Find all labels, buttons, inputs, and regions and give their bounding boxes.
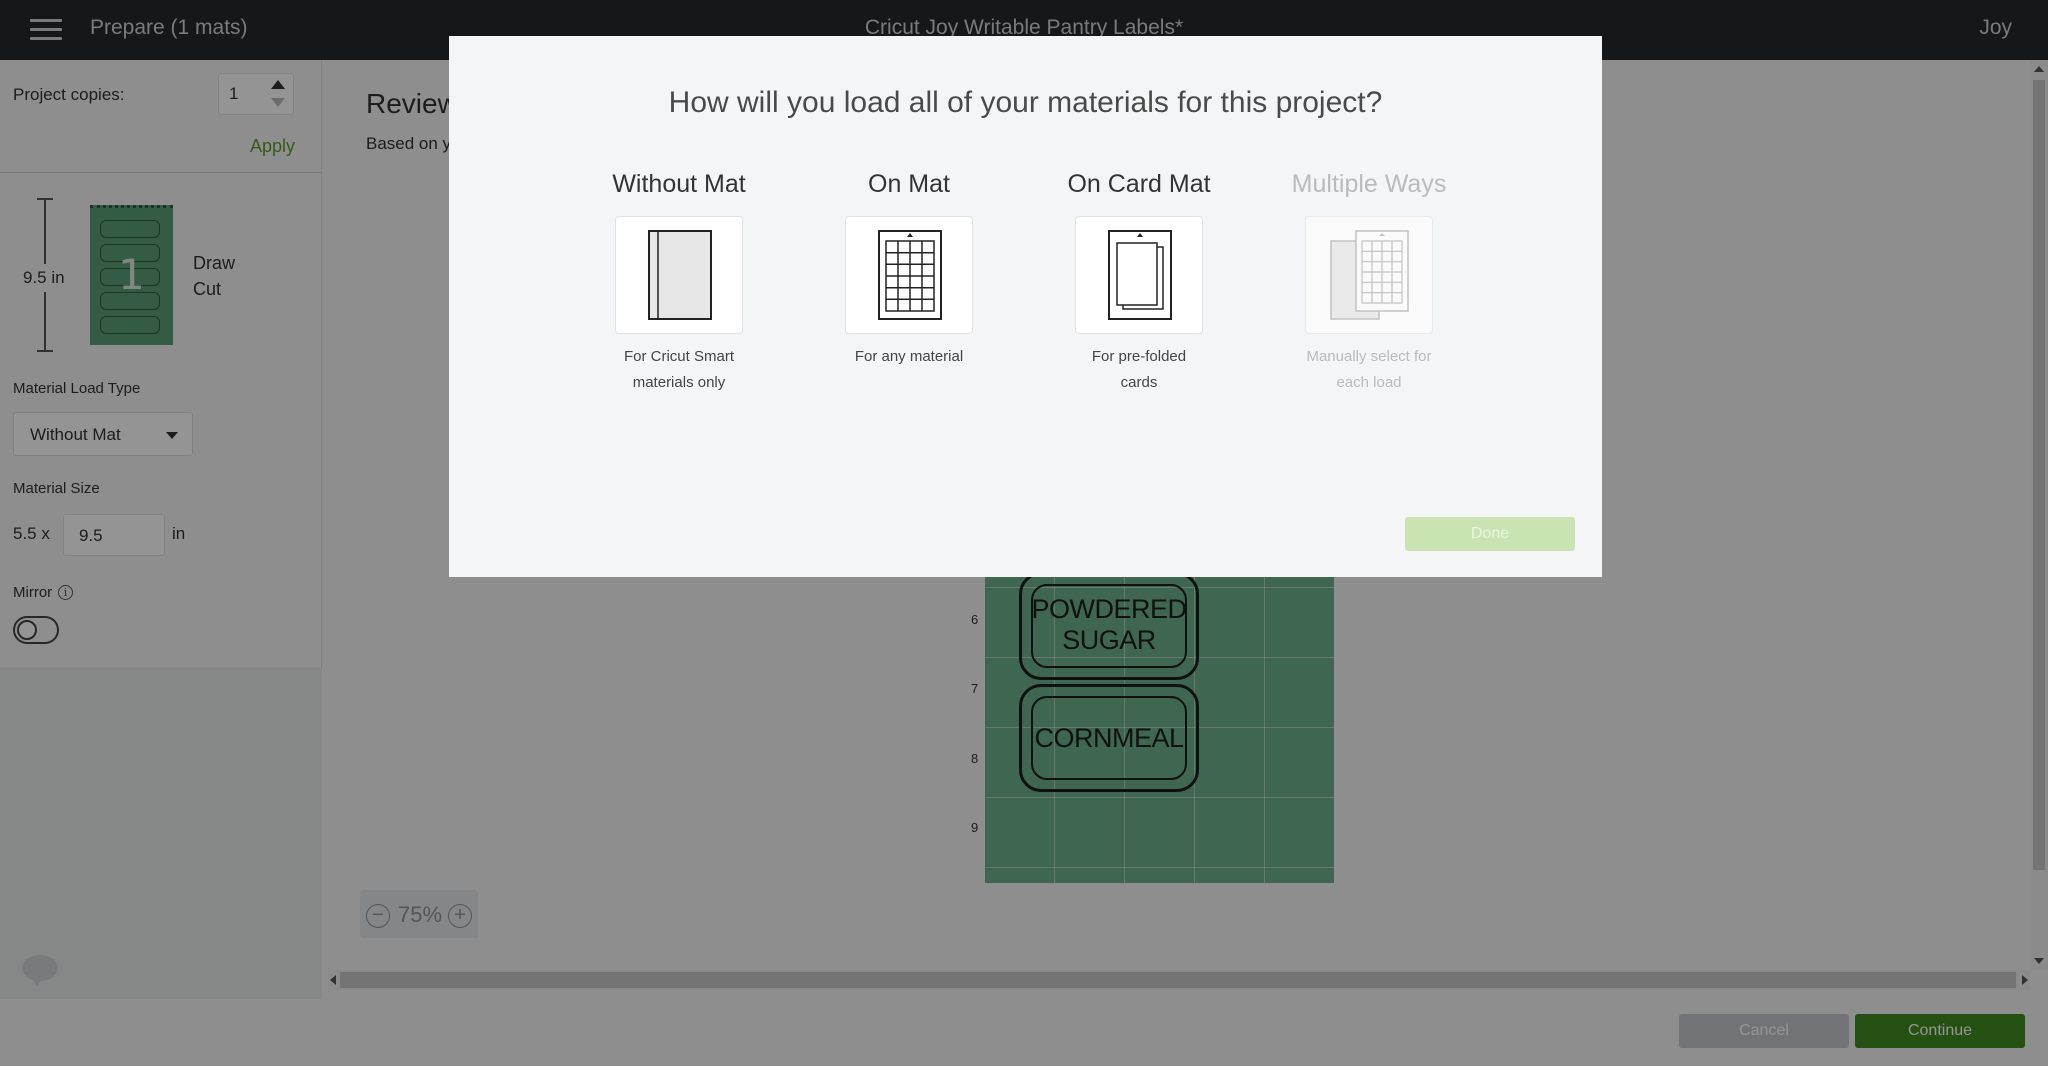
- load-materials-dialog: How will you load all of your materials …: [449, 36, 1602, 577]
- option-description-line: For pre-folded: [1091, 348, 1187, 365]
- option-description-line: each load: [1336, 374, 1402, 391]
- option-description: Manually select for each load: [1274, 344, 1464, 396]
- option-description-line: For Cricut Smart: [623, 348, 734, 365]
- option-description-line: cards: [1120, 374, 1158, 391]
- done-button[interactable]: Done: [1405, 517, 1575, 551]
- option-description-line: materials only: [632, 374, 726, 391]
- option-description: For pre-folded cards: [1044, 344, 1234, 396]
- option-card[interactable]: [845, 216, 973, 334]
- option-description-line: Manually select for: [1306, 348, 1432, 365]
- option-description-line: For any material: [854, 348, 964, 365]
- option-multiple-ways: Multiple Ways Manually select for each l…: [1274, 170, 1464, 396]
- option-card: [1305, 216, 1433, 334]
- option-description: For any material: [814, 344, 1004, 370]
- option-without-mat[interactable]: Without Mat For Cricut Smart materials o…: [584, 170, 774, 396]
- option-title: Without Mat: [612, 170, 746, 198]
- option-title: On Card Mat: [1067, 170, 1211, 198]
- dialog-question: How will you load all of your materials …: [668, 86, 1383, 119]
- option-card[interactable]: [615, 216, 743, 334]
- option-on-card-mat[interactable]: On Card Mat For pre-folded cards: [1044, 170, 1234, 396]
- multiple-ways-icon: [1330, 230, 1409, 320]
- card-mat-icon: [1108, 230, 1172, 320]
- option-on-mat[interactable]: On Mat For any material: [814, 170, 1004, 370]
- option-description: For Cricut Smart materials only: [584, 344, 774, 396]
- option-title: Multiple Ways: [1291, 170, 1447, 198]
- option-card[interactable]: [1075, 216, 1203, 334]
- option-title: On Mat: [868, 170, 950, 198]
- on-mat-icon: [878, 230, 942, 320]
- without-mat-icon: [648, 230, 712, 320]
